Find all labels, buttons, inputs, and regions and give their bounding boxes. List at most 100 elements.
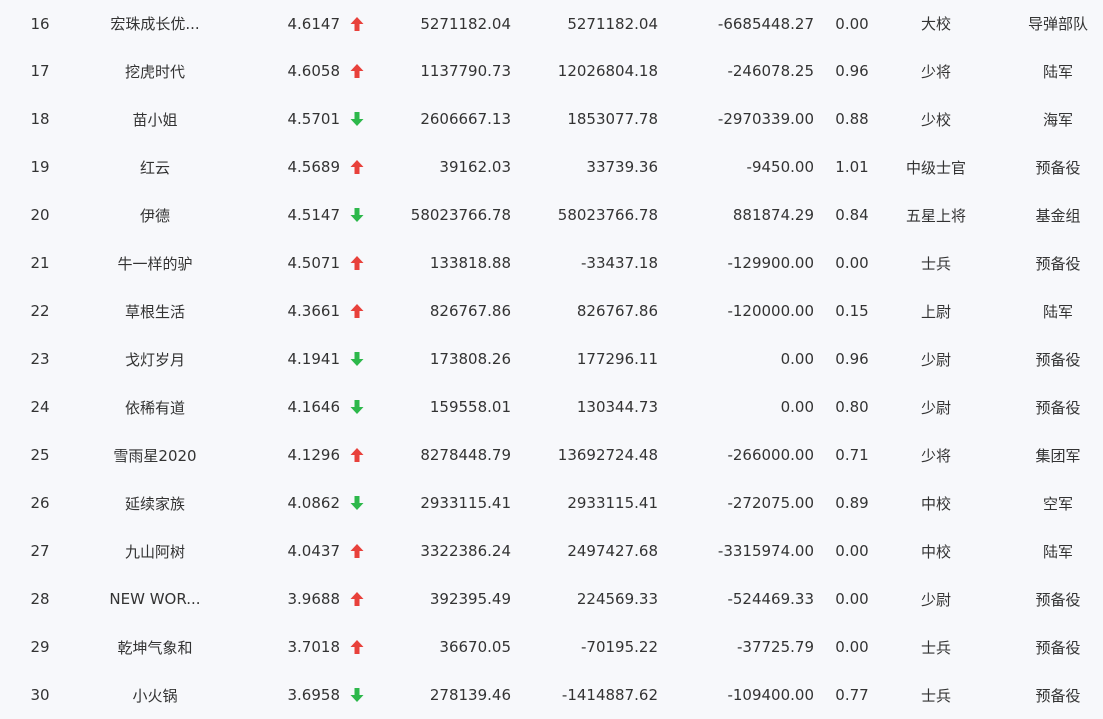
name-cell[interactable]: NEW WOR... (90, 575, 220, 623)
name-cell[interactable]: 红云 (90, 143, 220, 191)
value-2-cell: -1414887.62 (561, 686, 658, 704)
value-1-cell: 278139.46 (429, 686, 511, 704)
military-rank-cell: 中级士官 (905, 158, 966, 177)
score-cell: 4.5147 (287, 206, 341, 224)
branch-cell: 陆军 (1042, 62, 1073, 81)
name-cell[interactable]: 伊德 (90, 191, 220, 239)
name-cell[interactable]: 依稀有道 (90, 383, 220, 431)
table-row[interactable]: 16 宏珠成长优... 4.6147 5271182.04 5271182.04… (0, 0, 1103, 47)
table-row[interactable]: 22 草根生活 4.3661 826767.86 826767.86 -1200… (0, 287, 1103, 335)
table-row[interactable]: 27 九山阿树 4.0437 3322386.24 2497427.68 -33… (0, 527, 1103, 575)
trend-cell (346, 287, 368, 335)
trend-cell (346, 671, 368, 719)
name-cell[interactable]: 延续家族 (90, 479, 220, 527)
branch-cell: 基金组 (1035, 206, 1081, 225)
score-cell: 4.1646 (287, 398, 341, 416)
trend-cell (346, 575, 368, 623)
name-cell[interactable]: 九山阿树 (90, 527, 220, 575)
score-cell: 4.6058 (287, 62, 341, 80)
value-3-cell: -272075.00 (727, 494, 814, 512)
name-cell[interactable]: 雪雨星2020 (90, 431, 220, 479)
name-cell[interactable]: 苗小姐 (90, 95, 220, 143)
table-row[interactable]: 25 雪雨星2020 4.1296 8278448.79 13692724.48… (0, 431, 1103, 479)
value-1-cell: 3322386.24 (420, 542, 511, 560)
arrow-up-icon (350, 640, 364, 654)
name-cell[interactable]: 草根生活 (90, 287, 220, 335)
military-rank-cell: 士兵 (920, 638, 951, 657)
name-cell[interactable]: 乾坤气象和 (90, 623, 220, 671)
trend-cell (346, 623, 368, 671)
military-rank-cell: 士兵 (920, 254, 951, 273)
military-rank-cell: 少将 (920, 446, 951, 465)
score-cell: 3.7018 (287, 638, 341, 656)
ratio-cell: 0.80 (835, 398, 869, 416)
arrow-up-icon (350, 448, 364, 462)
trend-cell (346, 191, 368, 239)
value-1-cell: 36670.05 (439, 638, 511, 656)
value-3-cell: -9450.00 (746, 158, 814, 176)
ratio-cell: 0.00 (835, 590, 869, 608)
score-cell: 4.0437 (287, 542, 341, 560)
value-2-cell: -70195.22 (581, 638, 658, 656)
name-cell[interactable]: 牛一样的驴 (90, 239, 220, 287)
ratio-cell: 0.71 (835, 446, 869, 464)
arrow-down-icon (350, 352, 364, 366)
value-2-cell: 12026804.18 (557, 62, 658, 80)
arrow-up-icon (350, 544, 364, 558)
value-3-cell: -246078.25 (727, 62, 814, 80)
ratio-cell: 0.96 (835, 350, 869, 368)
ratio-cell: 0.88 (835, 110, 869, 128)
trend-cell (346, 431, 368, 479)
score-cell: 4.5689 (287, 158, 341, 176)
value-1-cell: 8278448.79 (420, 446, 511, 464)
score-cell: 4.5071 (287, 254, 341, 272)
name-cell[interactable]: 挖虎时代 (90, 47, 220, 95)
rank-cell: 20 (30, 206, 50, 224)
branch-cell: 陆军 (1042, 302, 1073, 321)
value-1-cell: 1137790.73 (420, 62, 511, 80)
value-3-cell: 0.00 (780, 350, 814, 368)
value-3-cell: -120000.00 (727, 302, 814, 320)
branch-cell: 空军 (1042, 494, 1073, 513)
table-row[interactable]: 26 延续家族 4.0862 2933115.41 2933115.41 -27… (0, 479, 1103, 527)
ranking-table: 16 宏珠成长优... 4.6147 5271182.04 5271182.04… (0, 0, 1103, 719)
value-3-cell: -6685448.27 (717, 14, 814, 33)
table-row[interactable]: 24 依稀有道 4.1646 159558.01 130344.73 0.00 … (0, 383, 1103, 431)
arrow-up-icon (350, 256, 364, 270)
arrow-up-icon (350, 160, 364, 174)
score-cell: 4.5701 (287, 110, 341, 128)
name-cell[interactable]: 宏珠成长优... (90, 0, 220, 47)
arrow-up-icon (350, 16, 364, 31)
table-row[interactable]: 28 NEW WOR... 3.9688 392395.49 224569.33… (0, 575, 1103, 623)
table-row[interactable]: 23 戈灯岁月 4.1941 173808.26 177296.11 0.00 … (0, 335, 1103, 383)
value-1-cell: 826767.86 (429, 302, 511, 320)
ratio-cell: 1.01 (835, 158, 869, 176)
table-row[interactable]: 20 伊德 4.5147 58023766.78 58023766.78 881… (0, 191, 1103, 239)
arrow-up-icon (350, 304, 364, 318)
rank-cell: 18 (30, 110, 50, 128)
ratio-cell: 0.00 (835, 542, 869, 560)
table-row[interactable]: 17 挖虎时代 4.6058 1137790.73 12026804.18 -2… (0, 47, 1103, 95)
name-cell[interactable]: 戈灯岁月 (90, 335, 220, 383)
military-rank-cell: 中校 (920, 494, 951, 513)
value-1-cell: 159558.01 (429, 398, 511, 416)
branch-cell: 预备役 (1035, 686, 1081, 705)
branch-cell: 海军 (1042, 110, 1073, 129)
military-rank-cell: 大校 (920, 15, 951, 33)
value-1-cell: 133818.88 (429, 254, 511, 272)
table-row[interactable]: 21 牛一样的驴 4.5071 133818.88 -33437.18 -129… (0, 239, 1103, 287)
trend-cell (346, 0, 368, 47)
table-row[interactable]: 30 小火锅 3.6958 278139.46 -1414887.62 -109… (0, 671, 1103, 719)
name-cell[interactable]: 小火锅 (90, 671, 220, 719)
table-row[interactable]: 29 乾坤气象和 3.7018 36670.05 -70195.22 -3772… (0, 623, 1103, 671)
arrow-down-icon (350, 208, 364, 222)
rank-cell: 22 (30, 302, 50, 320)
rank-cell: 17 (30, 62, 50, 80)
table-row[interactable]: 19 红云 4.5689 39162.03 33739.36 -9450.00 … (0, 143, 1103, 191)
score-cell: 4.6147 (287, 14, 341, 33)
score-cell: 3.6958 (287, 686, 341, 704)
arrow-down-icon (350, 496, 364, 510)
rank-cell: 19 (30, 158, 50, 176)
score-cell: 3.9688 (287, 590, 341, 608)
table-row[interactable]: 18 苗小姐 4.5701 2606667.13 1853077.78 -297… (0, 95, 1103, 143)
